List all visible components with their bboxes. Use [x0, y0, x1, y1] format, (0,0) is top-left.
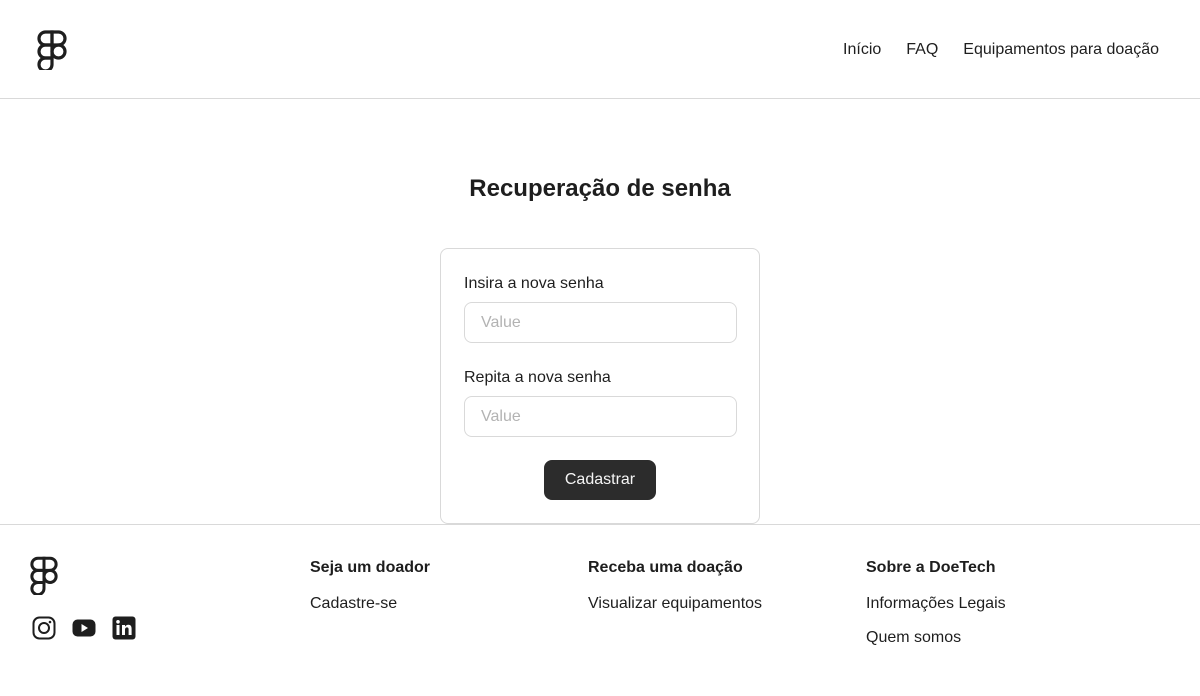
footer-column-sobre: Sobre a DoeTech Informações Legais Quem … [866, 558, 1006, 648]
site-footer: Seja um doador Cadastre-se Receba uma do… [0, 524, 1200, 696]
figma-logo-icon[interactable] [37, 30, 67, 73]
footer-link-quem-somos[interactable]: Quem somos [866, 628, 1006, 648]
footer-column-title: Seja um doador [310, 559, 431, 576]
instagram-icon[interactable] [32, 616, 56, 640]
social-links [32, 616, 136, 640]
nav-link-equipamentos[interactable]: Equipamentos para doação [963, 40, 1159, 60]
nav-link-faq[interactable]: FAQ [906, 40, 938, 60]
youtube-icon[interactable] [72, 616, 96, 640]
page-title: Recuperação de senha [469, 175, 731, 202]
repeat-password-input[interactable] [464, 396, 737, 437]
site-header: Início FAQ Equipamentos para doação [0, 0, 1200, 99]
footer-column-title: Sobre a DoeTech [866, 559, 996, 576]
repeat-password-label: Repita a nova senha [464, 369, 611, 386]
cadastrar-button[interactable]: Cadastrar [544, 460, 656, 500]
footer-link-visualizar-equipamentos[interactable]: Visualizar equipamentos [588, 594, 762, 614]
linkedin-icon[interactable] [112, 616, 136, 640]
footer-link-cadastre-se[interactable]: Cadastre-se [310, 594, 430, 614]
footer-column-receba: Receba uma doação Visualizar equipamento… [588, 558, 762, 614]
footer-link-informacoes-legais[interactable]: Informações Legais [866, 594, 1006, 614]
new-password-input[interactable] [464, 302, 737, 343]
password-recovery-form: Insira a nova senha Repita a nova senha … [440, 248, 760, 524]
footer-column-title: Receba uma doação [588, 559, 743, 576]
main-nav: Início FAQ Equipamentos para doação [843, 40, 1159, 60]
nav-link-inicio[interactable]: Início [843, 40, 881, 60]
footer-column-doador: Seja um doador Cadastre-se [310, 558, 430, 614]
figma-logo-icon[interactable] [30, 555, 58, 597]
new-password-label: Insira a nova senha [464, 275, 604, 292]
